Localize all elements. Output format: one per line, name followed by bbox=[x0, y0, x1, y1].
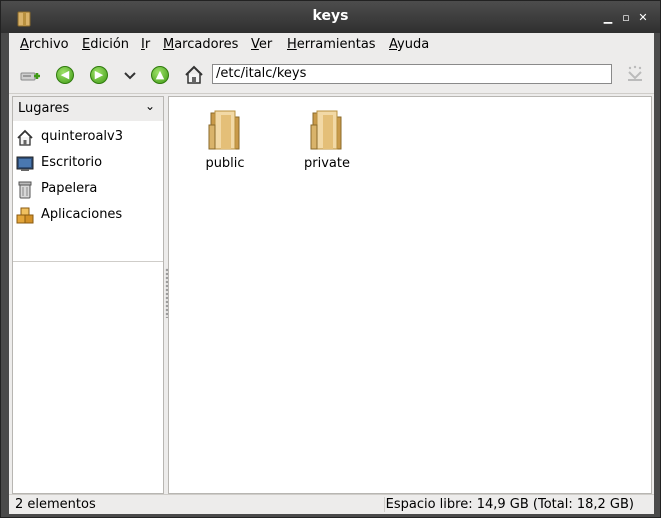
sidebar-item-label: Papelera bbox=[41, 181, 98, 196]
menu-ir[interactable]: Ir bbox=[141, 37, 150, 52]
file-name: private bbox=[304, 156, 350, 171]
back-arrow-icon[interactable]: ◀ bbox=[56, 66, 74, 84]
forward-arrow-icon[interactable]: ▶ bbox=[90, 66, 108, 84]
desktop-icon bbox=[16, 156, 34, 171]
applications-icon bbox=[16, 207, 34, 224]
file-name: public bbox=[205, 156, 245, 171]
menu-marcadores[interactable]: Marcadores bbox=[163, 37, 238, 52]
trash-icon bbox=[18, 181, 32, 199]
new-tab-icon[interactable] bbox=[19, 64, 41, 86]
menu-herramientas[interactable]: Herramientas bbox=[287, 37, 376, 52]
sidebar-divider bbox=[13, 261, 163, 262]
file-manager-window: keys ▁ ▫ ✕ Archivo Edición Ir Marcadores… bbox=[0, 0, 661, 518]
location-input[interactable]: /etc/italc/keys bbox=[212, 64, 612, 84]
menu-archivo[interactable]: Archivo bbox=[20, 37, 69, 52]
window-title: keys bbox=[312, 8, 349, 24]
folder-icon bbox=[310, 110, 342, 150]
chevron-down-icon[interactable]: ⌄ bbox=[145, 99, 155, 113]
sidebar-item-escritorio[interactable]: Escritorio bbox=[13, 151, 163, 177]
window-content: Archivo Edición Ir Marcadores Ver Herram… bbox=[9, 33, 654, 514]
history-dropdown-chevron-icon[interactable] bbox=[119, 64, 141, 86]
sidebar-item-papelera[interactable]: Papelera bbox=[13, 177, 163, 203]
folder-icon bbox=[208, 110, 240, 150]
sidebar-title: Lugares bbox=[18, 101, 70, 116]
close-button[interactable]: ✕ bbox=[637, 12, 649, 24]
sidebar-item-label: Aplicaciones bbox=[41, 207, 123, 222]
sidebar-item-aplicaciones[interactable]: Aplicaciones bbox=[13, 203, 163, 229]
minimize-button[interactable]: ▁ bbox=[602, 12, 614, 24]
title-bar[interactable]: keys ▁ ▫ ✕ bbox=[1, 1, 660, 33]
folder-item-private[interactable]: private bbox=[287, 105, 367, 175]
item-count: 2 elementos bbox=[15, 497, 96, 512]
menu-ayuda[interactable]: Ayuda bbox=[389, 37, 429, 52]
up-arrow-icon[interactable]: ▲ bbox=[151, 66, 169, 84]
status-bar: 2 elementos Espacio libre: 14,9 GB (Tota… bbox=[9, 494, 654, 514]
sidebar-header[interactable]: Lugares ⌄ bbox=[13, 97, 163, 121]
file-view: public private bbox=[168, 96, 652, 494]
menu-bar: Archivo Edición Ir Marcadores Ver Herram… bbox=[9, 33, 654, 57]
sidebar-item-label: quinteroalv3 bbox=[41, 129, 123, 144]
sidebar-item-home[interactable]: quinteroalv3 bbox=[13, 125, 163, 151]
menu-ver[interactable]: Ver bbox=[251, 37, 272, 52]
home-icon[interactable] bbox=[183, 64, 205, 86]
places-sidebar: Lugares ⌄ quinteroalv3 Escritorio Papele… bbox=[12, 96, 164, 494]
toolbar: ◀ ▶ ▲ /etc/italc/keys bbox=[9, 57, 654, 94]
menu-edicion[interactable]: Edición bbox=[82, 37, 129, 52]
maximize-button[interactable]: ▫ bbox=[620, 12, 632, 24]
sidebar-item-label: Escritorio bbox=[41, 155, 103, 170]
free-space: Espacio libre: 14,9 GB (Total: 18,2 GB) bbox=[385, 497, 634, 512]
home-icon bbox=[17, 129, 33, 146]
throbber-icon bbox=[628, 65, 642, 81]
folder-item-public[interactable]: public bbox=[185, 105, 265, 175]
